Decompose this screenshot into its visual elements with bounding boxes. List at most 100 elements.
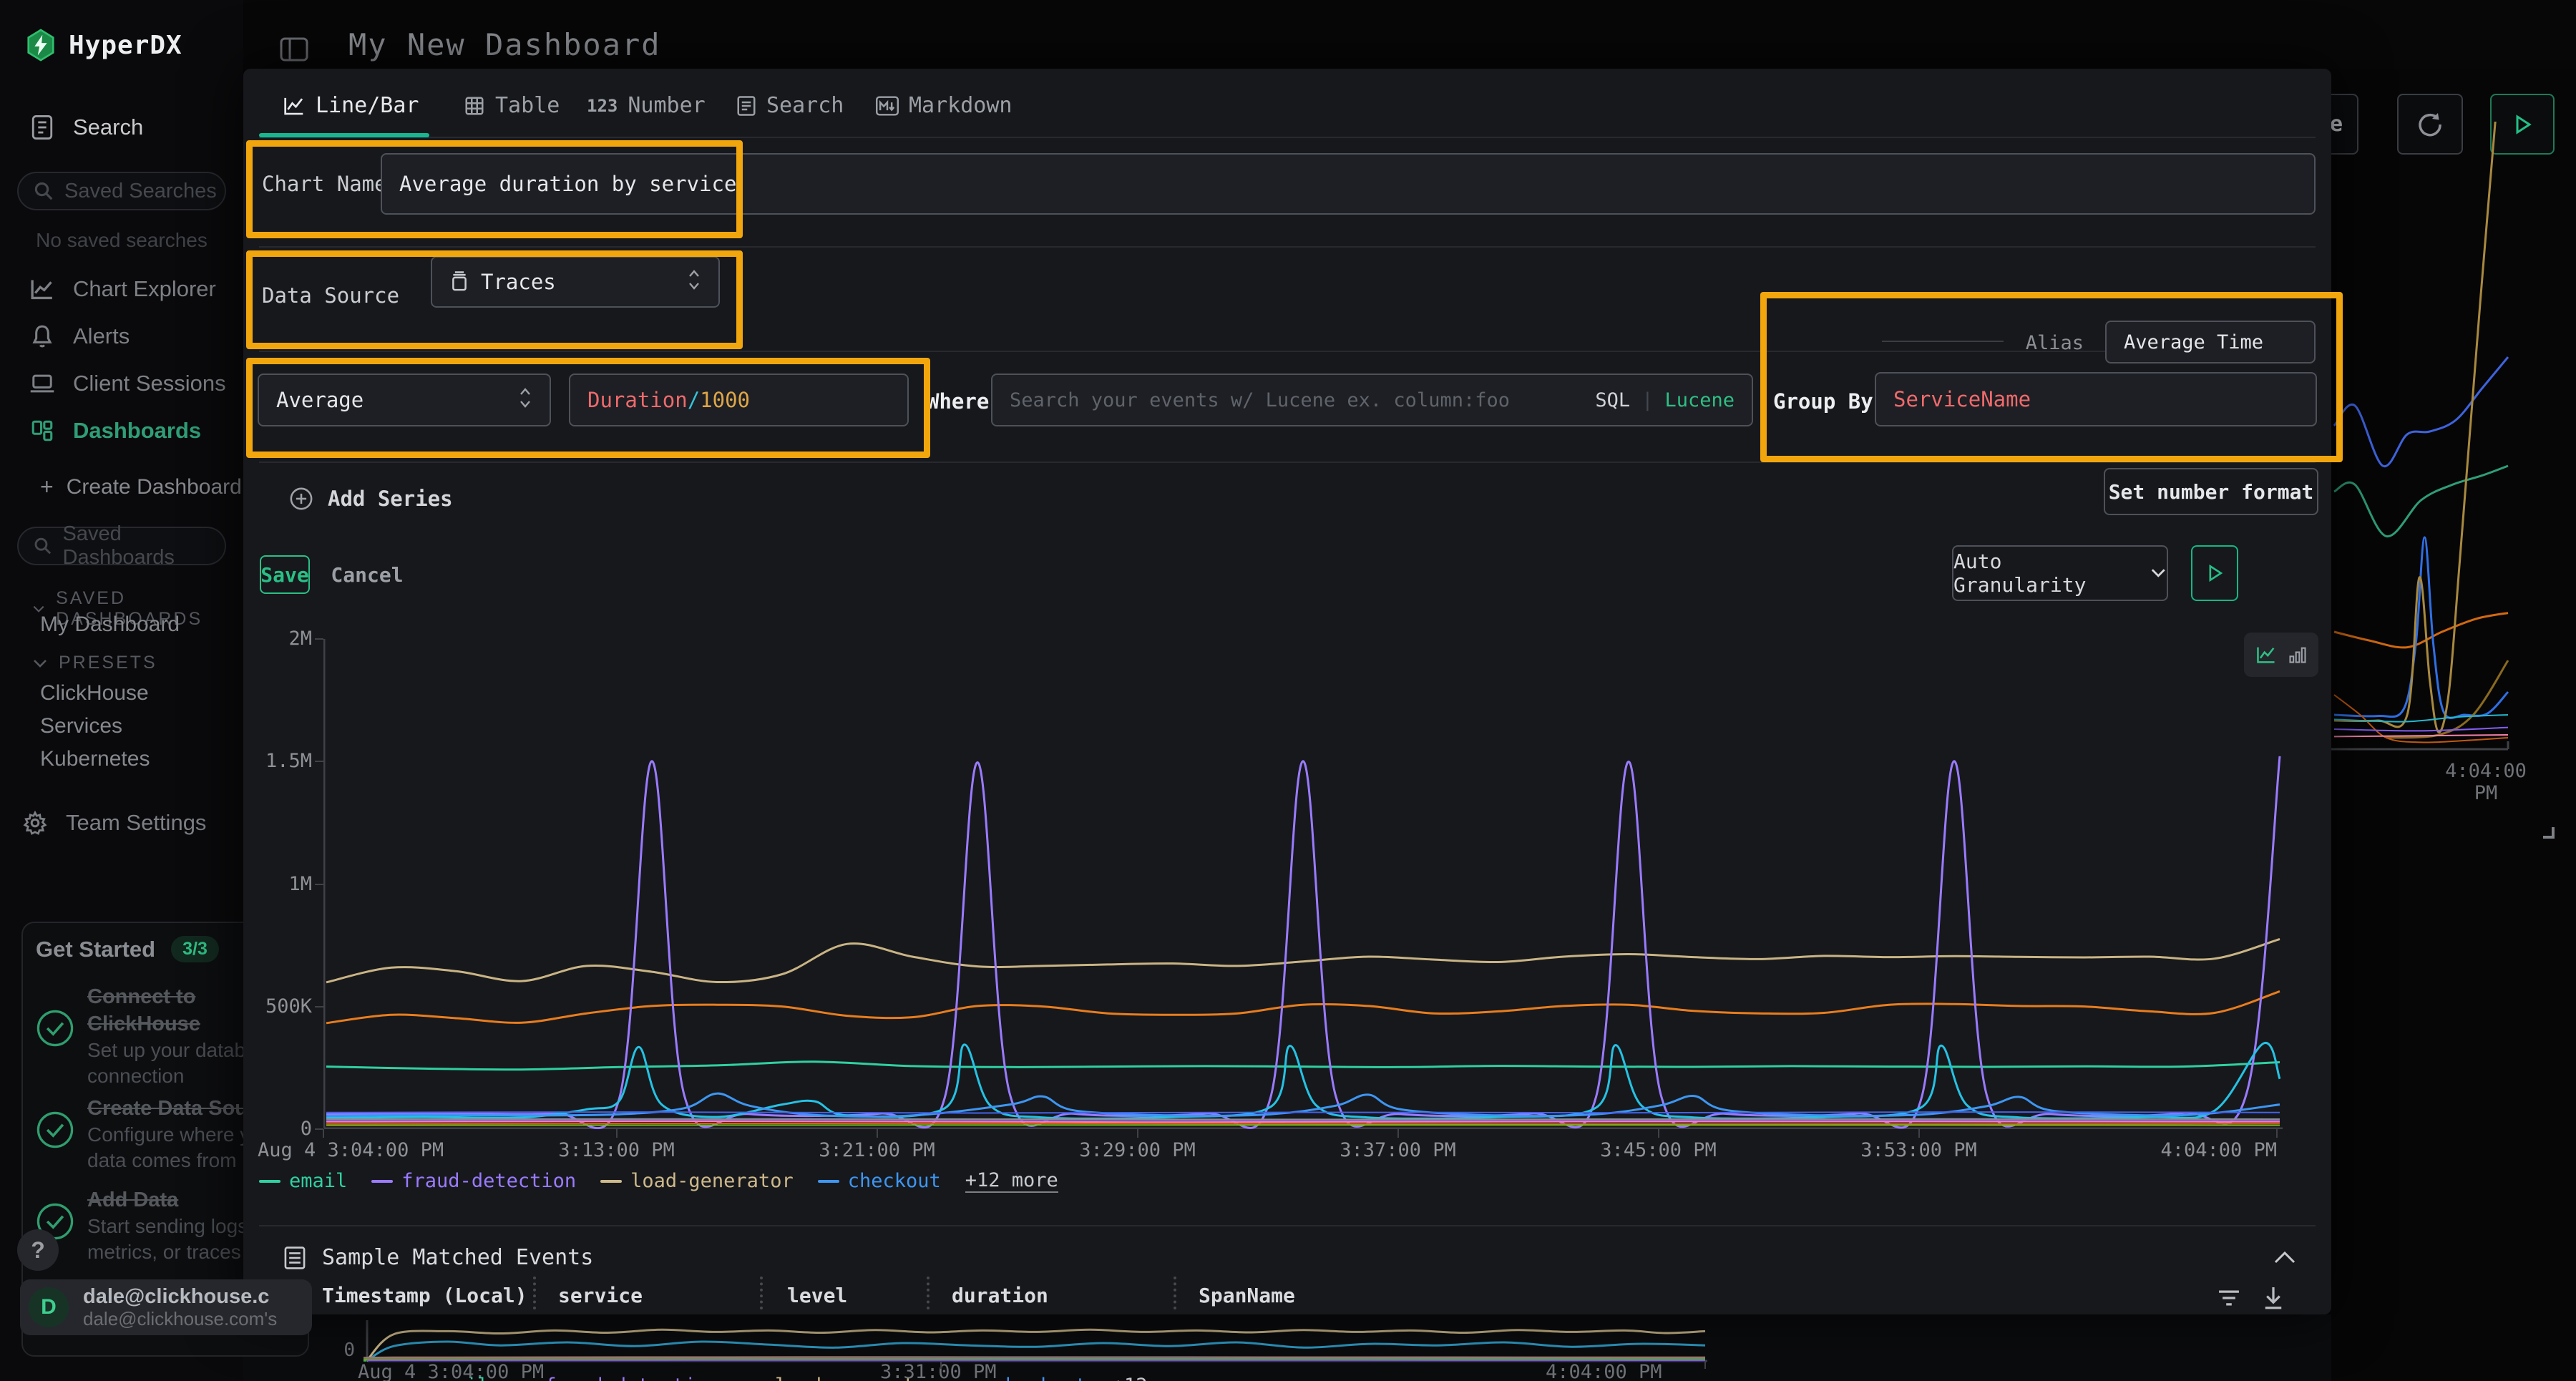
filter-icon[interactable] <box>2215 1285 2243 1314</box>
set-number-format-button[interactable]: Set number format <box>2104 468 2318 515</box>
column-header[interactable]: duration <box>952 1284 1048 1307</box>
sidebar-item-client-sessions[interactable]: Client Sessions <box>0 363 243 404</box>
divider <box>259 462 2316 463</box>
sidebar-item-team-settings[interactable]: Team Settings <box>0 803 243 843</box>
granularity-select[interactable]: Auto Granularity <box>1952 545 2168 601</box>
plus-circle-icon <box>289 487 313 511</box>
saved-searches-input[interactable]: Saved Searches <box>17 172 226 210</box>
x-axis-tick-label: 3:53:00 PM <box>1812 1139 2026 1161</box>
play-icon <box>2510 112 2534 137</box>
saved-dashboards-input[interactable]: Saved Dashboards <box>17 527 226 565</box>
sql-mode-toggle[interactable]: SQL <box>1595 389 1630 411</box>
sidebar-item-alerts[interactable]: Alerts <box>0 316 243 356</box>
search-doc-icon <box>29 114 56 141</box>
sample-events-header[interactable]: Sample Matched Events <box>283 1245 593 1270</box>
panel-resize-handle[interactable] <box>2536 820 2557 844</box>
chart-line-icon <box>29 277 56 301</box>
x-axis-tick <box>616 1129 618 1138</box>
data-source-label: Data Source <box>262 283 399 308</box>
chart-name-input[interactable]: Average duration by service <box>381 153 2316 215</box>
save-button[interactable]: Save <box>260 555 310 594</box>
group-by-input[interactable]: ServiceName <box>1875 372 2317 426</box>
chevron-updown-icon <box>518 386 532 415</box>
sidebar-item-chart-explorer[interactable]: Chart Explorer <box>0 269 243 309</box>
alias-input[interactable]: Average Time <box>2105 321 2316 363</box>
markdown-icon <box>876 96 899 116</box>
tab-table[interactable]: Table <box>464 93 560 118</box>
column-separator[interactable] <box>1174 1277 1176 1309</box>
brand[interactable]: HyperDX <box>24 29 182 62</box>
column-header[interactable]: Timestamp (Local) <box>322 1284 527 1307</box>
column-header[interactable]: service <box>558 1284 643 1307</box>
field-expression-input[interactable]: Duration/1000 <box>569 374 909 426</box>
legend-more-button[interactable]: +12 more <box>965 1169 1058 1193</box>
tab-search[interactable]: Search <box>736 93 844 118</box>
presets-section[interactable]: PRESETS <box>31 653 157 673</box>
bottom-x-label: 4:04:00 PM <box>1546 1361 1662 1381</box>
bar-chart-icon <box>2288 645 2307 665</box>
create-dashboard-button[interactable]: + Create Dashboard <box>40 474 242 500</box>
sidebar-toggle-button[interactable] <box>278 33 311 66</box>
aggregation-select[interactable]: Average <box>258 374 551 426</box>
chart-legend: email fraud-detection load-generator che… <box>259 1169 1058 1193</box>
list-icon <box>283 1246 306 1270</box>
column-header[interactable]: level <box>787 1284 847 1307</box>
sidebar-item-dashboards[interactable]: Dashboards <box>0 411 243 451</box>
bottom-x-tick <box>1704 1362 1706 1369</box>
brand-name: HyperDX <box>69 31 182 60</box>
hyperdx-app: My New Dashboard Save 4:04:00 PM 0 Aug 4… <box>0 0 2576 1381</box>
sidebar-item-clickhouse[interactable]: ClickHouse <box>40 681 149 706</box>
chevron-down-icon <box>31 658 49 669</box>
sidebar-item-search[interactable]: Search <box>0 107 243 147</box>
doc-list-icon <box>736 95 756 117</box>
tab-markdown[interactable]: Markdown <box>876 93 1013 118</box>
legend-item[interactable]: checkout <box>818 1169 941 1193</box>
help-button[interactable]: ? <box>17 1229 59 1271</box>
column-separator[interactable] <box>533 1277 536 1309</box>
sidebar-item-services[interactable]: Services <box>40 714 122 738</box>
sidebar-item-my-dashboard[interactable]: My Dashboard <box>40 613 180 637</box>
user-team: dale@clickhouse.com's <box>83 1308 277 1329</box>
run-query-button[interactable] <box>2191 545 2238 601</box>
gear-icon <box>21 810 49 836</box>
divider <box>259 246 2316 248</box>
column-header[interactable]: SpanName <box>1199 1284 1295 1307</box>
where-input[interactable]: Search your events w/ Lucene ex. column:… <box>991 374 1753 426</box>
user-email: dale@clickhouse.c <box>83 1285 277 1308</box>
text-cursor <box>738 171 740 197</box>
x-axis-tick-label: 3:13:00 PM <box>509 1139 724 1161</box>
legend-item[interactable]: email <box>259 1169 347 1193</box>
add-series-button[interactable]: Add Series <box>289 487 453 511</box>
underlying-chart-x-label: 4:04:00 PM <box>2429 760 2543 804</box>
edit-chart-modal: Line/Bar Table 123 Number Search Markdow… <box>243 69 2331 1314</box>
column-separator[interactable] <box>927 1277 930 1309</box>
sidebar: HyperDX Search Saved Searches No saved s… <box>0 0 243 1381</box>
collapse-chevron-icon[interactable] <box>2273 1249 2297 1268</box>
y-axis-tick <box>315 884 323 885</box>
legend-item[interactable]: fraud-detection <box>371 1169 576 1193</box>
chart-name-label: Chart Name <box>262 172 387 196</box>
table-icon <box>464 95 485 117</box>
hyperdx-logo-icon <box>24 29 57 62</box>
laptop-icon <box>29 372 56 395</box>
plus-icon: + <box>40 474 54 500</box>
x-axis-tick <box>2276 1129 2278 1138</box>
where-label: Where <box>927 389 989 414</box>
legend-item[interactable]: load-generator <box>600 1169 794 1193</box>
x-axis-tick <box>1918 1129 1920 1138</box>
x-axis-tick-label: 3:37:00 PM <box>1291 1139 1506 1161</box>
lucene-mode-toggle[interactable]: Lucene <box>1664 389 1735 411</box>
download-icon[interactable] <box>2260 1284 2287 1314</box>
tabs-divider <box>259 137 2316 138</box>
play-icon <box>2204 562 2225 584</box>
y-axis-tick-label: 1M <box>243 873 312 895</box>
column-separator[interactable] <box>760 1277 763 1309</box>
tab-number[interactable]: 123 Number <box>587 93 706 118</box>
tab-line-bar[interactable]: Line/Bar <box>283 93 419 118</box>
data-source-select[interactable]: Traces <box>431 256 720 308</box>
sidebar-item-kubernetes[interactable]: Kubernetes <box>40 747 150 771</box>
cancel-button[interactable]: Cancel <box>328 555 406 594</box>
x-axis-tick-label: Aug 4 3:04:00 PM <box>258 1139 444 1161</box>
user-menu[interactable]: D dale@clickhouse.c dale@clickhouse.com'… <box>20 1279 312 1335</box>
y-axis-tick <box>315 638 323 640</box>
